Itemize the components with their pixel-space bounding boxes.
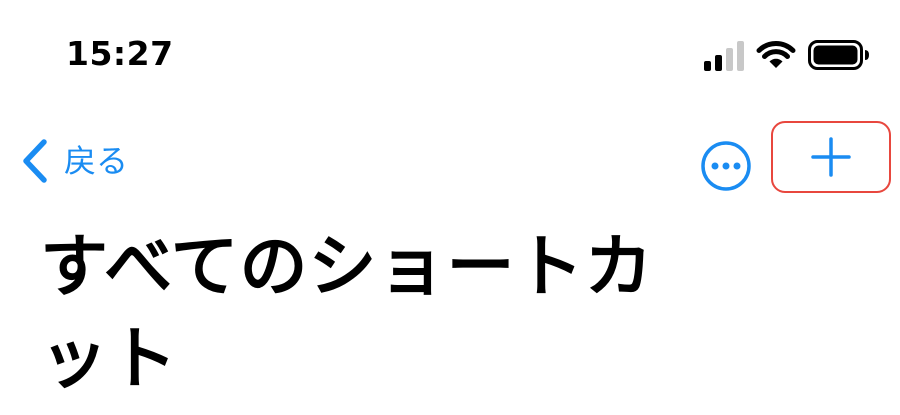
status-time: 15:27 — [66, 34, 174, 73]
back-button[interactable]: 戻る — [18, 134, 128, 188]
ellipsis-circle-icon — [701, 141, 751, 191]
page-title: すべてのショートカット — [40, 228, 654, 399]
cellular-signal-icon — [704, 41, 744, 71]
plus-icon — [811, 137, 851, 177]
more-options-button[interactable] — [700, 140, 752, 192]
wifi-icon — [756, 40, 796, 68]
battery-icon — [808, 40, 869, 70]
status-bar: 15:27 — [0, 0, 900, 100]
chevron-left-icon — [23, 139, 47, 183]
add-shortcut-button[interactable] — [771, 121, 891, 193]
navigation-bar: 戻る — [0, 118, 900, 204]
back-label: 戻る — [64, 142, 129, 180]
